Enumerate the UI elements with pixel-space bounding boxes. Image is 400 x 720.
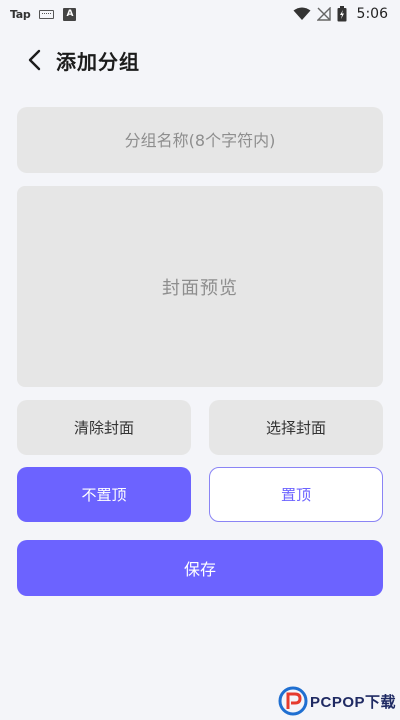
clear-cover-label: 清除封面 [73,419,134,437]
status-bar-left: Tap A [10,7,77,21]
save-label: 保存 [183,560,216,579]
pcpop-logo-icon [278,686,308,716]
status-bar: Tap A 5:06 [0,0,400,28]
taptap-notification-icon: Tap [10,7,31,21]
a-notification-icon: A [63,7,77,21]
no-signal-icon [316,7,331,21]
pcpop-watermark: PCPOP下载 [278,686,396,716]
app-header: 添加分组 [0,40,400,80]
watermark-text: PCPOP下载 [309,693,396,711]
pin-button[interactable]: 置顶 [209,467,383,522]
pin-label: 置顶 [280,486,311,504]
unpin-label: 不置顶 [81,486,127,504]
cover-preview-label: 封面预览 [162,277,238,299]
battery-charging-icon [337,6,347,22]
status-bar-right: 5:06 [293,6,388,22]
wifi-icon [293,7,311,20]
group-name-input[interactable] [17,107,383,173]
keyboard-icon [39,9,55,19]
choose-cover-button[interactable]: 选择封面 [209,400,383,455]
save-button[interactable]: 保存 [17,540,383,596]
unpin-button[interactable]: 不置顶 [17,467,191,522]
page-title: 添加分组 [56,49,140,74]
cover-preview: 封面预览 [17,186,383,387]
choose-cover-label: 选择封面 [265,419,326,437]
chevron-left-icon [28,49,41,71]
clear-cover-button[interactable]: 清除封面 [17,400,191,455]
status-time: 5:06 [356,6,388,22]
back-button[interactable] [14,40,54,80]
